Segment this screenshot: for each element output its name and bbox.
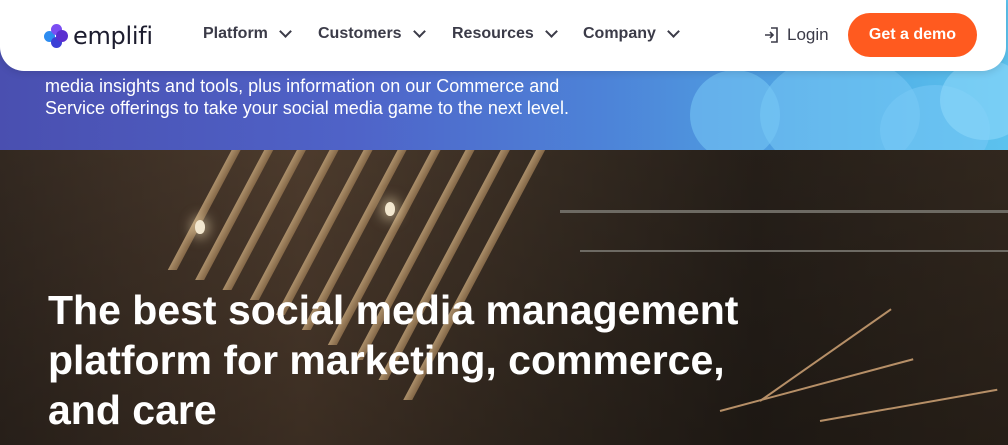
nav-label: Company: [583, 25, 656, 42]
balcony-rail: [560, 210, 1008, 213]
brand-name: emplifi: [73, 22, 153, 50]
chevron-down-icon: [544, 25, 558, 38]
lamp-light: [195, 220, 205, 234]
nav-customers[interactable]: Customers: [318, 25, 426, 43]
login-label: Login: [787, 25, 829, 44]
emplifi-logo-icon: [44, 24, 68, 48]
chevron-down-icon: [279, 25, 292, 38]
brand-logo[interactable]: emplifi: [44, 22, 153, 50]
lamp-light: [385, 202, 395, 216]
chevron-down-icon: [412, 25, 426, 38]
nav-label: Platform: [203, 25, 268, 42]
nav-resources[interactable]: Resources: [452, 25, 558, 43]
login-icon: [765, 27, 778, 43]
get-demo-button[interactable]: Get a demo: [848, 13, 977, 57]
nav-platform[interactable]: Platform: [203, 25, 292, 43]
banner-text: media insights and tools, plus informati…: [45, 76, 569, 118]
top-navigation: emplifi Platform Customers Resources Com…: [0, 0, 1006, 71]
chevron-down-icon: [667, 25, 680, 38]
tree-branch: [819, 388, 998, 422]
nav-label: Resources: [452, 25, 534, 42]
login-link[interactable]: Login: [764, 25, 829, 45]
nav-label: Customers: [318, 25, 402, 42]
balcony-rail: [580, 250, 1008, 252]
nav-company[interactable]: Company: [583, 25, 680, 43]
hero-section: The best social media management platfor…: [0, 150, 1008, 445]
hero-title: The best social media management platfor…: [48, 287, 739, 433]
